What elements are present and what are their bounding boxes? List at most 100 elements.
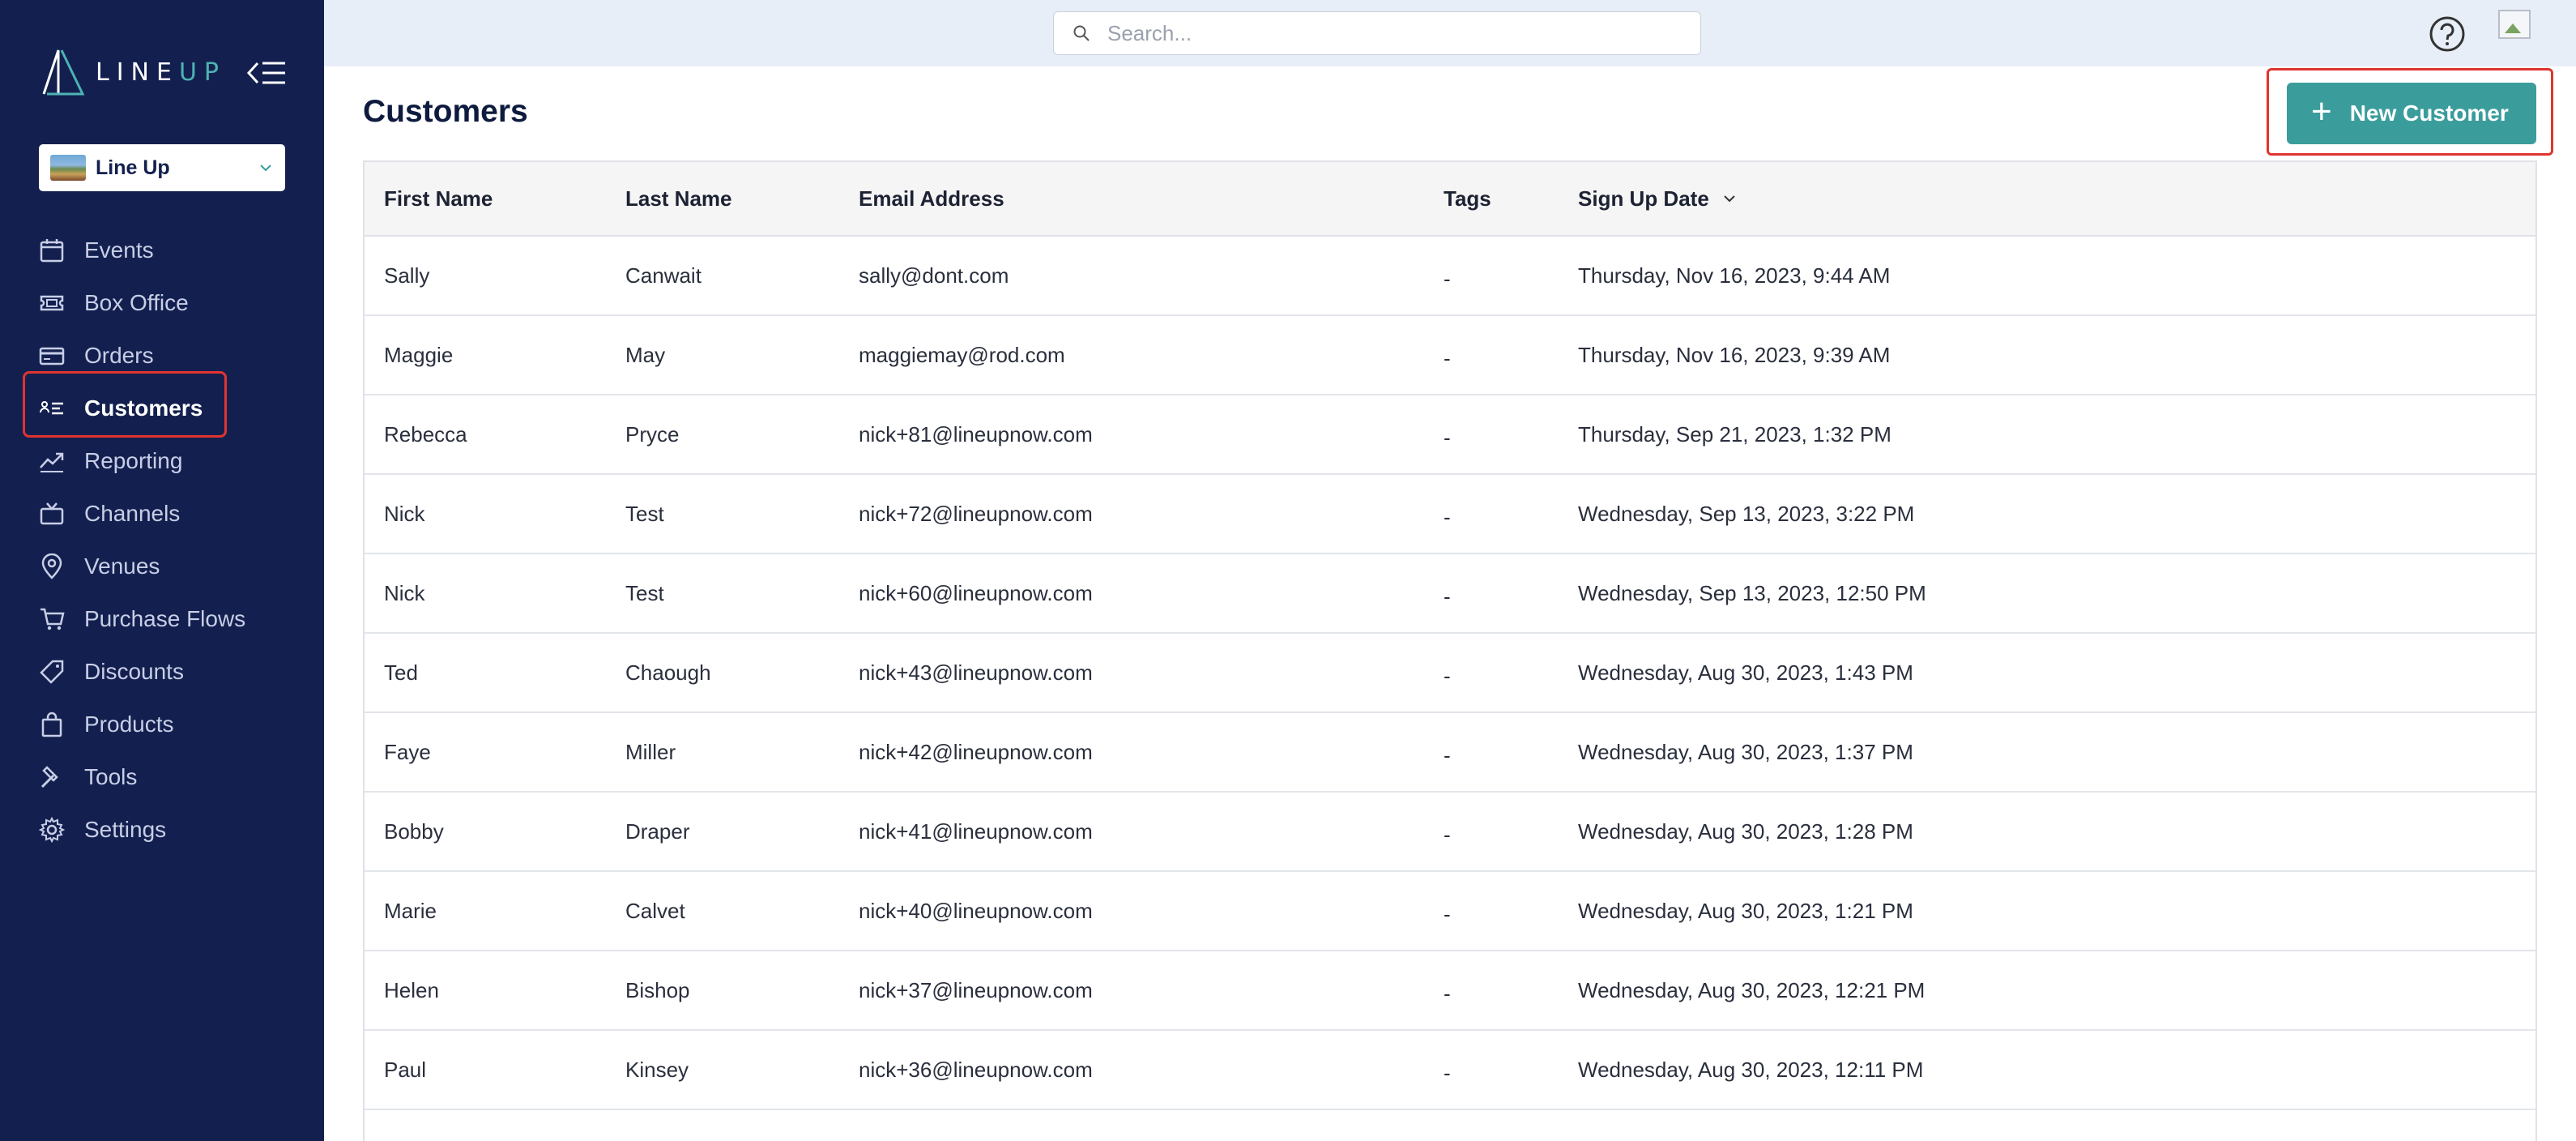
table-body: Sally Canwait sally@dont.com - Thursday, Nov… xyxy=(365,237,2535,1110)
table-row[interactable]: Nick Test nick+72@lineupnow.com - Wednesday,… xyxy=(365,475,2535,554)
lineup-logo[interactable]: LINEUP xyxy=(39,47,226,97)
tags-cell: - xyxy=(1444,346,1451,370)
table-row[interactable]: Helen Bishop nick+37@lineupnow.com - Wednesd… xyxy=(365,951,2535,1031)
last-name-cell: Test xyxy=(625,581,664,605)
calendar-icon xyxy=(40,238,64,262)
sidebar-item-label: Reporting xyxy=(84,447,183,473)
sidebar-item-label: Tools xyxy=(84,763,138,789)
first-name-cell: Helen xyxy=(384,978,439,1002)
column-header-tags[interactable]: Tags xyxy=(1444,186,1491,212)
sidebar-item-venues[interactable]: Venues xyxy=(0,540,324,592)
collapse-menu-icon xyxy=(246,62,285,84)
sidebar-item-tools[interactable]: Tools xyxy=(0,750,324,803)
first-name-cell: Maggie xyxy=(384,343,454,367)
bag-icon xyxy=(41,712,62,737)
last-name-cell: Draper xyxy=(625,819,690,844)
sidebar-item-settings[interactable]: Settings xyxy=(0,803,324,856)
sign-up-date-cell: Thursday, Sep 21, 2023, 1:32 PM xyxy=(1578,422,1891,447)
column-header-sign-up-date[interactable]: Sign Up Date xyxy=(1578,186,1738,212)
last-name-cell: Miller xyxy=(625,740,676,764)
tags-cell: - xyxy=(1444,743,1451,767)
tags-cell: - xyxy=(1444,425,1451,450)
sidebar-item-box-office[interactable]: Box Office xyxy=(0,276,324,329)
sign-up-date-cell: Wednesday, Sep 13, 2023, 3:22 PM xyxy=(1578,502,1915,526)
table-row[interactable]: Nick Test nick+60@lineupnow.com - Wednesday,… xyxy=(365,554,2535,634)
sidebar-item-label: Orders xyxy=(84,342,154,368)
last-name-cell: Calvet xyxy=(625,899,685,923)
sidebar-item-reporting[interactable]: Reporting xyxy=(0,434,324,487)
cart-icon xyxy=(41,608,65,630)
new-customer-label: New Customer xyxy=(2349,100,2509,126)
tags-cell: - xyxy=(1444,1061,1451,1085)
last-name-cell: Bishop xyxy=(625,978,690,1002)
sign-up-date-cell: Wednesday, Aug 30, 2023, 12:11 PM xyxy=(1578,1058,1924,1082)
sidebar-nav: Events Box Office Orders Customers Repor… xyxy=(0,224,324,856)
search-input[interactable] xyxy=(1107,20,1700,46)
sidebar-item-purchase-flows[interactable]: Purchase Flows xyxy=(0,592,324,645)
organization-select[interactable]: Line Up xyxy=(39,144,285,191)
first-name-cell: Nick xyxy=(384,502,425,526)
sidebar-item-label: Purchase Flows xyxy=(84,605,246,631)
new-customer-button[interactable]: + New Customer xyxy=(2287,83,2536,144)
sidebar-item-products[interactable]: Products xyxy=(0,698,324,750)
search-box[interactable] xyxy=(1053,11,1701,55)
email-cell: nick+81@lineupnow.com xyxy=(859,422,1093,447)
sort-descending-icon xyxy=(1724,195,1735,203)
page-title: Customers xyxy=(363,94,528,129)
tags-cell: - xyxy=(1444,584,1451,609)
search-icon xyxy=(1073,25,1090,41)
table-row[interactable]: Sally Canwait sally@dont.com - Thursday, Nov… xyxy=(365,237,2535,316)
last-name-cell: Canwait xyxy=(625,263,702,288)
column-header-first-name[interactable]: First Name xyxy=(384,186,493,212)
trend-icon xyxy=(40,452,64,472)
ticket-icon xyxy=(40,295,64,310)
first-name-cell: Marie xyxy=(384,899,437,923)
sidebar-item-orders[interactable]: Orders xyxy=(0,329,324,382)
table-row[interactable]: Rebecca Pryce nick+81@lineupnow.com - Thursd… xyxy=(365,395,2535,475)
column-header-last-name[interactable]: Last Name xyxy=(625,186,732,212)
sign-up-date-cell: Wednesday, Aug 30, 2023, 12:21 PM xyxy=(1578,978,1926,1002)
customers-table: First Name Last Name Email Address Tags … xyxy=(363,160,2537,1141)
sidebar-item-events[interactable]: Events xyxy=(0,224,324,276)
sidebar-item-label: Box Office xyxy=(84,289,189,315)
credit-card-icon xyxy=(39,347,65,365)
sign-up-date-cell: Thursday, Nov 16, 2023, 9:44 AM xyxy=(1578,263,1891,288)
table-row[interactable]: Ted Chaough nick+43@lineupnow.com - Wednesda… xyxy=(365,634,2535,713)
table-row[interactable]: Paul Kinsey nick+36@lineupnow.com - Wednesda… xyxy=(365,1031,2535,1110)
table-row[interactable]: Maggie May maggiemay@rod.com - Thursday, Nov… xyxy=(365,316,2535,395)
sidebar-item-label: Events xyxy=(84,237,154,263)
gear-icon xyxy=(39,816,65,843)
top-bar xyxy=(324,0,2576,66)
column-header-email[interactable]: Email Address xyxy=(859,186,1004,212)
organization-thumbnail xyxy=(50,155,86,181)
plus-icon: + xyxy=(2311,92,2332,131)
sign-up-date-cell: Wednesday, Aug 30, 2023, 1:43 PM xyxy=(1578,660,1913,685)
sidebar-item-channels[interactable]: Channels xyxy=(0,487,324,540)
column-header-sign-up-date-label: Sign Up Date xyxy=(1578,186,1709,211)
email-cell: nick+43@lineupnow.com xyxy=(859,660,1093,685)
tags-cell: - xyxy=(1444,505,1451,529)
sidebar-item-label: Settings xyxy=(84,816,167,842)
sidebar-item-label: Customers xyxy=(84,395,203,421)
table-row[interactable]: Faye Miller nick+42@lineupnow.com - Wednesda… xyxy=(365,713,2535,793)
tags-cell: - xyxy=(1444,267,1451,291)
first-name-cell: Paul xyxy=(384,1058,427,1082)
first-name-cell: Faye xyxy=(384,740,431,764)
tag-icon xyxy=(40,660,64,684)
email-cell: sally@dont.com xyxy=(859,263,1009,288)
logo-text: LINEUP xyxy=(96,58,227,87)
last-name-cell: Chaough xyxy=(625,660,711,685)
user-avatar[interactable] xyxy=(2498,10,2531,39)
sidebar-item-customers[interactable]: Customers xyxy=(0,382,324,434)
sidebar-item-discounts[interactable]: Discounts xyxy=(0,645,324,698)
table-row[interactable]: Marie Calvet nick+40@lineupnow.com - Wednesd… xyxy=(365,872,2535,951)
email-cell: nick+37@lineupnow.com xyxy=(859,978,1093,1002)
last-name-cell: May xyxy=(625,343,666,367)
collapse-sidebar-button[interactable] xyxy=(246,58,287,88)
help-icon[interactable] xyxy=(2429,15,2466,53)
table-row[interactable]: Bobby Draper nick+41@lineupnow.com - Wednesd… xyxy=(365,793,2535,872)
tags-cell: - xyxy=(1444,823,1451,847)
tags-cell: - xyxy=(1444,664,1451,688)
sign-up-date-cell: Wednesday, Sep 13, 2023, 12:50 PM xyxy=(1578,581,1926,605)
first-name-cell: Sally xyxy=(384,263,430,288)
